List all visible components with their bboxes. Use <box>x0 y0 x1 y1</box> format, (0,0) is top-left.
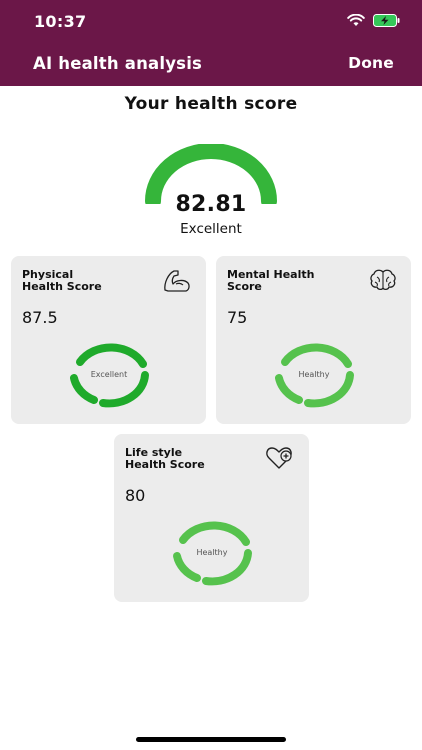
home-indicator[interactable] <box>136 737 286 742</box>
card-score-value: 75 <box>227 308 248 327</box>
done-button[interactable]: Done <box>348 54 394 72</box>
flexed-arm-icon <box>164 270 190 292</box>
brain-icon <box>370 269 396 291</box>
wifi-icon <box>347 14 365 26</box>
status-icons <box>347 14 400 27</box>
ring-label: Healthy <box>196 547 228 557</box>
status-time: 10:37 <box>34 12 87 31</box>
ring-label: Excellent <box>90 369 128 379</box>
overall-score-value: 82.81 <box>175 192 247 217</box>
battery-charging-icon <box>373 14 400 27</box>
card-title: Life style Health Score <box>125 446 205 471</box>
overall-score-rating: Excellent <box>180 221 242 237</box>
app-header: 10:37 AI health analysis Done <box>0 0 422 86</box>
lifestyle-health-card[interactable]: Life style Health Score 80 Healthy <box>114 434 309 602</box>
card-score-value: 80 <box>125 486 146 505</box>
card-title: Mental Health Score <box>227 268 315 293</box>
card-score-value: 87.5 <box>22 308 58 327</box>
mental-health-card[interactable]: Mental Health Score 75 Healthy <box>216 256 411 424</box>
heart-plus-icon <box>266 447 292 469</box>
health-score-heading: Your health score <box>124 94 298 114</box>
ring-label: Healthy <box>298 369 330 379</box>
physical-health-card[interactable]: Physical Health Score 87.5 Excellent <box>11 256 206 424</box>
page-title: AI health analysis <box>33 54 203 73</box>
card-title: Physical Health Score <box>22 268 102 293</box>
